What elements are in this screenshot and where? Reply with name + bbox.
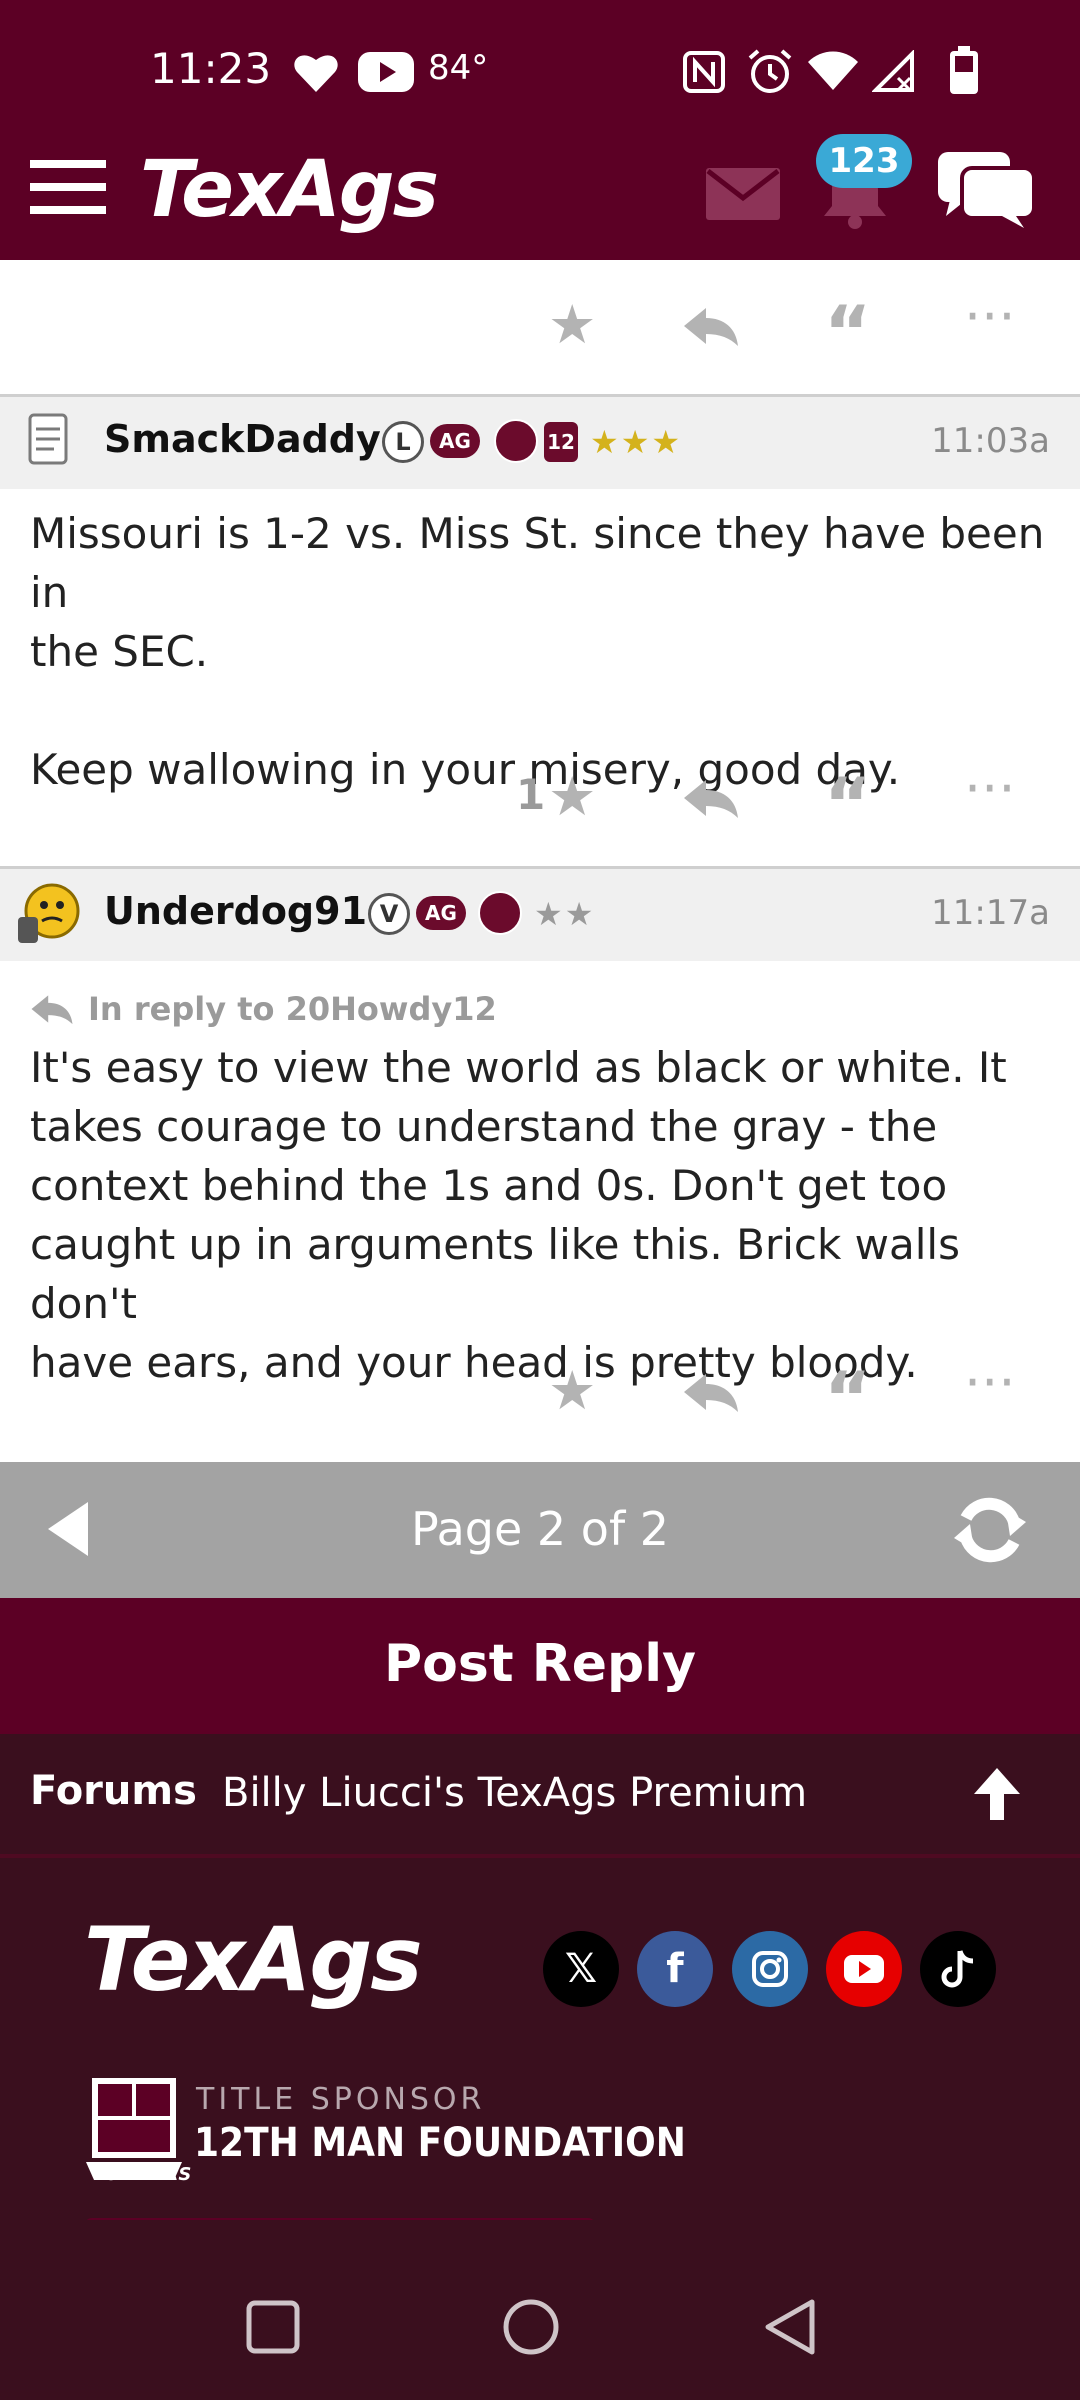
notification-count-badge: 123: [816, 134, 912, 188]
post-line: It's easy to view the world as black or …: [30, 1043, 1007, 1092]
chat-icon[interactable]: [936, 150, 1036, 230]
instagram-social-icon[interactable]: [732, 1931, 808, 2007]
facebook-social-icon[interactable]: f: [637, 1931, 713, 2007]
post-line: Missouri is 1-2 vs. Miss St. since they …: [30, 509, 1045, 617]
x-social-icon[interactable]: 𝕏: [543, 1931, 619, 2007]
recents-icon[interactable]: [246, 2300, 300, 2354]
post-reply-label: Post Reply: [384, 1634, 696, 1694]
post-reply-button[interactable]: Post Reply: [0, 1598, 1080, 1734]
nfc-icon: [683, 51, 725, 93]
youtube-social-icon[interactable]: [826, 1931, 902, 2007]
refresh-icon[interactable]: [950, 1492, 1030, 1568]
more-icon[interactable]: ···: [964, 290, 1016, 344]
post-actions: 1 ★ “ ···: [0, 752, 1080, 852]
badge-ag: AG: [416, 896, 466, 930]
status-temperature: 84°: [428, 48, 489, 88]
rating-stars-icon: ★★: [534, 895, 596, 933]
helmet-badge-icon: [494, 419, 538, 463]
battery-icon: [950, 46, 978, 94]
star-icon[interactable]: ★: [548, 298, 596, 352]
post-line: context behind the 1s and 0s. Don't get …: [30, 1161, 948, 1210]
post-body: It's easy to view the world as black or …: [30, 1038, 1050, 1392]
sponsor-years: 75 YEARS: [94, 2164, 192, 2185]
post-line: caught up in arguments like this. Brick …: [30, 1220, 960, 1328]
footer-logo[interactable]: TexAgs: [84, 1908, 423, 2011]
reply-arrow-icon: [31, 995, 73, 1025]
more-icon[interactable]: ···: [964, 1356, 1016, 1410]
breadcrumb: Forums Billy Liucci's TexAgs Premium: [0, 1734, 1080, 1858]
reply-icon[interactable]: [682, 1370, 740, 1414]
user-avatar[interactable]: [26, 411, 70, 467]
rating-stars-icon: ★★★: [590, 423, 683, 461]
signal-icon: [872, 50, 914, 92]
post-time: 11:03a: [931, 421, 1050, 461]
status-time: 11:23: [150, 44, 272, 93]
mail-icon[interactable]: [706, 168, 780, 220]
alarm-icon: [748, 49, 792, 93]
more-icon[interactable]: ···: [964, 762, 1016, 816]
star-count: 1: [516, 770, 546, 819]
post-username[interactable]: Underdog91: [104, 889, 367, 933]
youtube-status-icon: [358, 52, 414, 92]
breadcrumb-current-forum[interactable]: Billy Liucci's TexAgs Premium: [222, 1770, 807, 1816]
quote-icon[interactable]: “: [824, 1362, 871, 1434]
post-actions-previous: ★ “ ···: [0, 280, 1080, 380]
quote-icon[interactable]: “: [824, 768, 871, 840]
sponsor-name[interactable]: 12TH MAN FOUNDATION: [194, 2120, 686, 2166]
user-avatar[interactable]: [14, 877, 80, 947]
pager-bar: Page 2 of 2: [0, 1462, 1080, 1598]
post-username[interactable]: SmackDaddy: [104, 417, 381, 461]
star-icon[interactable]: ★: [548, 1364, 596, 1418]
badge-ag: AG: [430, 424, 480, 458]
reply-to-link[interactable]: In reply to 20Howdy12: [30, 988, 830, 1032]
system-nav-bar: [0, 2220, 1080, 2400]
helmet-badge-icon: [478, 891, 522, 935]
reply-icon[interactable]: [682, 776, 740, 820]
star-icon[interactable]: ★: [548, 770, 596, 824]
post-line: takes courage to understand the gray - t…: [30, 1102, 938, 1151]
reply-icon[interactable]: [682, 304, 740, 348]
texags-logo[interactable]: TexAgs: [140, 145, 439, 235]
back-icon[interactable]: [762, 2298, 816, 2356]
quote-icon[interactable]: “: [824, 296, 871, 368]
breadcrumb-forums-link[interactable]: Forums: [30, 1768, 197, 1814]
wifi-icon: [808, 51, 858, 90]
menu-icon[interactable]: [30, 158, 106, 216]
post-actions: ★ “ ···: [0, 1346, 1080, 1446]
badge-l: L: [382, 421, 424, 463]
badge-v: V: [368, 893, 410, 935]
page-indicator: Page 2 of 2: [410, 1502, 670, 1556]
post-header: Underdog91 V AG ★★ 11:17a: [0, 869, 1080, 961]
tiktok-social-icon[interactable]: [920, 1931, 996, 2007]
post-line: the SEC.: [30, 627, 209, 676]
heart-icon: [294, 55, 338, 92]
sponsor-label: TITLE SPONSOR: [196, 2082, 486, 2117]
post-time: 11:17a: [931, 893, 1050, 933]
post-header: SmackDaddy L AG 12 ★★★ 11:03a: [0, 397, 1080, 489]
badge-12: 12: [544, 422, 578, 462]
scroll-to-top-icon[interactable]: [972, 1766, 1022, 1822]
home-icon[interactable]: [502, 2298, 560, 2356]
reply-to-text: In reply to 20Howdy12: [88, 990, 497, 1028]
